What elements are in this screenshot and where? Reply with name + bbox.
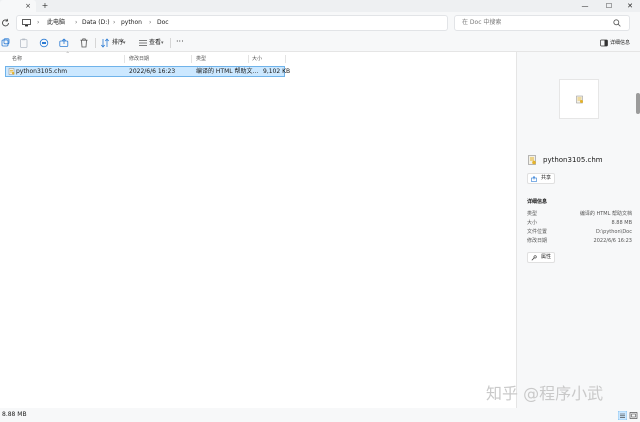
address-bar[interactable]: › 此电脑 › Data (D:) › python › Doc [16, 15, 448, 31]
view-icon[interactable] [138, 38, 148, 48]
details-pane-icon [600, 39, 608, 47]
breadcrumb-doc[interactable]: Doc [157, 16, 169, 30]
share-button-label: 共享 [541, 175, 552, 181]
column-header-size[interactable]: 大小 [252, 55, 262, 63]
file-list: 名称 ^ 修改日期 类型 大小 python3105.chm 2022/6/6 … [0, 51, 516, 408]
file-preview [559, 79, 599, 119]
column-divider[interactable] [124, 55, 125, 63]
chevron-down-icon: ▾ [123, 40, 126, 46]
tab-close-button[interactable]: × [24, 1, 32, 11]
sort-indicator-icon: ^ [66, 51, 70, 56]
details-filename: python3105.chm [543, 156, 603, 164]
file-name: python3105.chm [16, 68, 68, 75]
breadcrumb-separator: › [113, 19, 116, 26]
watermark: 知乎 @程序小武 [486, 384, 604, 403]
file-modified: 2022/6/6 16:23 [129, 68, 176, 75]
minimize-button[interactable]: — [577, 0, 593, 12]
column-header-name[interactable]: 名称 [12, 55, 22, 63]
chm-file-icon [8, 68, 15, 75]
refresh-icon[interactable] [1, 18, 10, 28]
toolbar-divider [170, 38, 171, 48]
chm-file-icon [527, 155, 537, 165]
selection-size: 8.88 MB [2, 411, 27, 418]
breadcrumb-separator: › [37, 19, 40, 26]
rename-icon[interactable] [39, 38, 49, 48]
detail-key-type: 类型 [527, 211, 538, 217]
breadcrumb-separator: › [149, 19, 152, 26]
detail-key-size: 大小 [527, 220, 538, 226]
column-divider[interactable] [191, 55, 192, 63]
sort-icon[interactable] [100, 38, 110, 48]
more-options-button[interactable]: ··· [176, 37, 184, 47]
column-header-modified[interactable]: 修改日期 [129, 55, 149, 63]
detail-key-modified: 修改日期 [527, 238, 548, 244]
file-size: 9,102 KB [263, 68, 291, 75]
title-bar: × + — ☐ ✕ [0, 0, 640, 12]
close-window-button[interactable]: ✕ [622, 0, 638, 12]
address-row: › 此电脑 › Data (D:) › python › Doc 在 Doc 中… [0, 12, 640, 34]
tiles-view-icon[interactable] [629, 411, 638, 420]
chm-file-icon [575, 95, 584, 104]
detail-key-location: 文件位置 [527, 229, 548, 235]
details-section-title: 详细信息 [527, 199, 548, 205]
share-icon [531, 176, 537, 182]
computer-icon [22, 19, 31, 27]
search-placeholder: 在 Doc 中搜索 [462, 19, 502, 26]
command-bar: 排序 ▾ 查看 ▾ ··· 详细信息 [0, 34, 640, 52]
properties-button[interactable]: 属性 [527, 252, 555, 263]
breadcrumb-python[interactable]: python [121, 16, 142, 30]
detail-value-type: 编译的 HTML 帮助文档 [579, 211, 632, 217]
delete-icon[interactable] [79, 38, 89, 48]
breadcrumb-separator: › [75, 19, 78, 26]
status-bar: 8.88 MB [0, 408, 640, 422]
new-tab-button[interactable]: + [41, 1, 49, 11]
search-icon [613, 19, 621, 27]
properties-button-label: 属性 [541, 254, 552, 260]
chevron-down-icon: ▾ [161, 40, 164, 46]
maximize-button[interactable]: ☐ [601, 0, 617, 12]
paste-icon[interactable] [19, 38, 29, 48]
breadcrumb-data-drive[interactable]: Data (D:) [82, 16, 110, 30]
file-type: 编译的 HTML 帮助文... [196, 68, 259, 75]
share-button[interactable]: 共享 [527, 173, 555, 184]
search-input[interactable]: 在 Doc 中搜索 [454, 15, 630, 31]
cut-icon[interactable] [1, 38, 11, 48]
file-row[interactable]: python3105.chm 2022/6/6 16:23 编译的 HTML 帮… [5, 66, 290, 77]
view-button[interactable]: 查看 [149, 38, 161, 48]
details-pane-label: 详细信息 [610, 40, 631, 46]
detail-value-modified: 2022/6/6 16:23 [593, 238, 632, 244]
column-divider[interactable] [285, 55, 286, 63]
details-pane-button[interactable]: 详细信息 [598, 38, 636, 48]
details-pane: python3105.chm 共享 详细信息 类型 编译的 HTML 帮助文档 … [516, 52, 640, 408]
detail-value-location: D:\python\Doc [595, 229, 632, 235]
share-icon[interactable] [59, 38, 69, 48]
wrench-icon [531, 255, 537, 261]
breadcrumb-this-pc[interactable]: 此电脑 [47, 16, 65, 30]
tab-doc[interactable]: × [0, 0, 36, 12]
details-view-icon[interactable] [617, 410, 628, 421]
toolbar-divider [95, 38, 96, 48]
detail-value-size: 8.88 MB [611, 220, 632, 226]
scrollbar-thumb[interactable] [636, 93, 640, 114]
column-divider[interactable] [248, 55, 249, 63]
column-header-type[interactable]: 类型 [196, 55, 206, 63]
